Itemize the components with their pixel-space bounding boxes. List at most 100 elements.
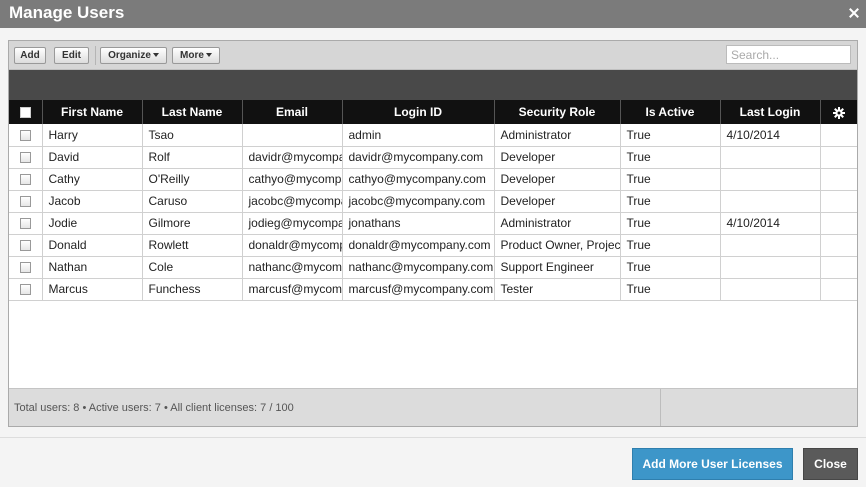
grid-footer: Total users: 8 • Active users: 7 • All c…	[9, 388, 857, 426]
cell-login-id: cathyo@mycompany.com	[341, 168, 494, 191]
cell-login-id: jonathans	[341, 212, 494, 235]
row-checkbox[interactable]	[9, 212, 42, 235]
table-row[interactable]: Marcus Funchess marcusf@mycompany.com ma…	[9, 278, 857, 301]
row-checkbox[interactable]	[9, 146, 42, 169]
cell-email	[241, 124, 342, 147]
organize-dropdown[interactable]: Organize	[100, 47, 167, 64]
table-row[interactable]: Nathan Cole nathanc@mycompany.com nathan…	[9, 256, 857, 279]
cell-empty	[819, 124, 857, 147]
column-settings-button[interactable]	[819, 100, 857, 124]
checkbox-icon	[19, 174, 31, 186]
chevron-down-icon	[152, 53, 159, 58]
title-bar: Manage Users	[0, 0, 866, 28]
row-checkbox[interactable]	[9, 190, 42, 213]
cell-empty	[819, 146, 857, 169]
cell-email: jacobc@mycompany.com	[241, 190, 342, 213]
checkbox-icon	[19, 284, 31, 296]
gear-icon	[832, 106, 845, 119]
cell-email: davidr@mycompany.com	[241, 146, 342, 169]
table-row[interactable]: Donald Rowlett donaldr@mycompany.com don…	[9, 234, 857, 257]
checkbox-icon	[19, 130, 31, 142]
cell-last-login: 4/10/2014	[719, 212, 820, 235]
cell-is-active: True	[619, 278, 720, 301]
checkbox-icon	[19, 240, 31, 252]
organize-label: Organize	[108, 50, 151, 61]
more-label: More	[180, 50, 204, 61]
cell-security-role: Support Engineer	[493, 256, 620, 279]
checkbox-icon	[19, 152, 31, 164]
close-button[interactable]: Close	[803, 448, 858, 480]
select-all-checkbox[interactable]	[9, 100, 42, 124]
cell-first-name: Jodie	[41, 212, 142, 235]
cell-empty	[819, 234, 857, 257]
cell-first-name: Nathan	[41, 256, 142, 279]
user-summary: Total users: 8 • Active users: 7 • All c…	[14, 402, 294, 414]
cell-login-id: donaldr@mycompany.com	[341, 234, 494, 257]
cell-empty	[819, 212, 857, 235]
table-row[interactable]: Jodie Gilmore jodieg@mycompany.com jonat…	[9, 212, 857, 235]
cell-first-name: Donald	[41, 234, 142, 257]
cell-login-id: davidr@mycompany.com	[341, 146, 494, 169]
cell-last-login	[719, 168, 820, 191]
cell-security-role: Product Owner, Project Manager	[493, 234, 620, 257]
close-icon[interactable]	[848, 7, 860, 19]
add-button[interactable]: Add	[14, 47, 46, 64]
row-checkbox[interactable]	[9, 168, 42, 191]
grid-header-band	[9, 70, 857, 100]
toolbar-separator	[95, 46, 96, 65]
column-header[interactable]: Is Active	[619, 100, 720, 124]
cell-last-name: Cole	[141, 256, 242, 279]
column-header[interactable]: Last Login	[719, 100, 820, 124]
cell-email: marcusf@mycompany.com	[241, 278, 342, 301]
cell-last-login	[719, 278, 820, 301]
row-checkbox[interactable]	[9, 278, 42, 301]
cell-email: cathyo@mycompany.com	[241, 168, 342, 191]
cell-last-login	[719, 234, 820, 257]
edit-button[interactable]: Edit	[54, 47, 89, 64]
toolbar: Add Edit Organize More	[9, 41, 857, 70]
cell-is-active: True	[619, 146, 720, 169]
cell-first-name: Jacob	[41, 190, 142, 213]
column-header[interactable]: Email	[241, 100, 342, 124]
row-checkbox[interactable]	[9, 234, 42, 257]
cell-is-active: True	[619, 212, 720, 235]
cell-last-name: Rowlett	[141, 234, 242, 257]
checkbox-icon	[19, 218, 31, 230]
cell-login-id: jacobc@mycompany.com	[341, 190, 494, 213]
cell-security-role: Administrator	[493, 124, 620, 147]
dialog-title: Manage Users	[9, 3, 125, 22]
chevron-down-icon	[205, 53, 212, 58]
cell-security-role: Developer	[493, 146, 620, 169]
cell-email: nathanc@mycompany.com	[241, 256, 342, 279]
cell-empty	[819, 278, 857, 301]
cell-first-name: Cathy	[41, 168, 142, 191]
cell-login-id: nathanc@mycompany.com	[341, 256, 494, 279]
checkbox-icon	[19, 107, 31, 119]
cell-last-name: O'Reilly	[141, 168, 242, 191]
cell-empty	[819, 256, 857, 279]
column-header[interactable]: First Name	[41, 100, 142, 124]
column-header[interactable]: Security Role	[493, 100, 620, 124]
row-checkbox[interactable]	[9, 256, 42, 279]
cell-last-name: Gilmore	[141, 212, 242, 235]
search-input[interactable]	[726, 45, 851, 64]
table-row[interactable]: Cathy O'Reilly cathyo@mycompany.com cath…	[9, 168, 857, 191]
cell-last-name: Rolf	[141, 146, 242, 169]
cell-empty	[819, 190, 857, 213]
cell-is-active: True	[619, 168, 720, 191]
cell-is-active: True	[619, 234, 720, 257]
table-row[interactable]: Jacob Caruso jacobc@mycompany.com jacobc…	[9, 190, 857, 213]
add-button-label: Add	[20, 50, 40, 61]
cell-empty	[819, 168, 857, 191]
table-header-row: First Name Last Name Email Login ID Secu…	[9, 100, 857, 124]
users-table: First Name Last Name Email Login ID Secu…	[9, 100, 857, 301]
add-licenses-button[interactable]: Add More User Licenses	[632, 448, 793, 480]
column-header[interactable]: Last Name	[141, 100, 242, 124]
users-panel: Add Edit Organize More First Name Last N…	[8, 40, 858, 427]
column-header[interactable]: Login ID	[341, 100, 494, 124]
table-row[interactable]: Harry Tsao admin Administrator True 4/10…	[9, 124, 857, 147]
table-row[interactable]: David Rolf davidr@mycompany.com davidr@m…	[9, 146, 857, 169]
row-checkbox[interactable]	[9, 124, 42, 147]
checkbox-icon	[19, 196, 31, 208]
more-dropdown[interactable]: More	[172, 47, 220, 64]
